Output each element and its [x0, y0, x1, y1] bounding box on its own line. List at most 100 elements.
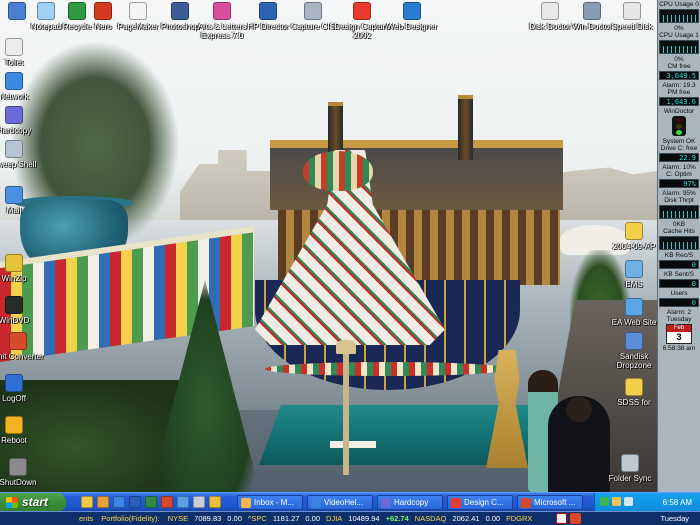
desktop-icon-label: Hardcopy	[0, 126, 32, 135]
system-monitor-sidebar: CPU Usage 0 0% CPU Usage 1 0% CM free 3,…	[657, 0, 700, 492]
toilet-icon	[5, 38, 23, 56]
hardcopy-icon	[5, 106, 23, 124]
task-button[interactable]: Microsoft ...	[517, 495, 583, 510]
ems-icon	[625, 260, 643, 278]
cpu-usage-label: CPU Usage 0	[659, 1, 699, 8]
ram-free-label: CM free	[667, 63, 691, 70]
ticker-settings-icon[interactable]	[556, 513, 567, 524]
task-button[interactable]: Design C...	[447, 495, 513, 510]
capture-cis-icon	[304, 2, 322, 20]
ticker-change: 0.00	[227, 514, 242, 523]
ticker-day: Tuesday	[660, 514, 690, 523]
desktop-icon[interactable]: Reboot	[0, 416, 44, 445]
volume-tray-icon[interactable]	[624, 497, 633, 506]
pagemaker-icon	[129, 2, 147, 20]
start-button[interactable]: start	[0, 493, 66, 512]
disk-doctor-icon	[541, 2, 559, 20]
stock-ticker-bar[interactable]: ents Portfolio(Fidelity): NYSE 7089.83 0.0…	[0, 511, 700, 525]
cpu-usage-graph[interactable]	[659, 9, 699, 23]
outlook-icon[interactable]	[97, 496, 109, 508]
calendar-icon[interactable]: Feb 3	[666, 324, 692, 344]
ea-web-site-icon	[625, 298, 643, 316]
cpu-usage-value: 0%	[674, 25, 684, 32]
desktop-icon[interactable]: LogOff	[0, 374, 44, 403]
calendar-month: Feb	[667, 325, 691, 332]
outlook-icon	[241, 498, 251, 508]
cache-hits-label: Cache Hits	[663, 228, 695, 235]
unit-converter-icon	[9, 332, 27, 350]
taskbar: start Inbox - M... VideoHel... Hardcopy Des…	[0, 492, 700, 512]
system-status: System OK	[662, 138, 696, 145]
traffic-light-icon[interactable]	[672, 116, 686, 136]
photoshop-icon	[171, 2, 189, 20]
desktop-icon[interactable]: Speed Disk	[602, 2, 662, 31]
task-button[interactable]: Hardcopy	[377, 495, 443, 510]
desktop-icon[interactable]: WinDVD	[0, 296, 44, 325]
folder-icon	[625, 378, 643, 396]
desktop-icon[interactable]: WinZip	[0, 254, 44, 283]
excel-icon[interactable]	[145, 496, 157, 508]
users-value[interactable]: 0	[659, 298, 699, 307]
security-tray-icon[interactable]	[612, 497, 621, 506]
desktop-icon[interactable]: Network	[0, 72, 44, 101]
internet-explorer-icon[interactable]	[113, 496, 125, 508]
media-icon[interactable]	[161, 496, 173, 508]
task-button-label: Design C...	[464, 498, 504, 507]
desktop-icon[interactable]: ShutDown	[0, 458, 48, 487]
task-button-label: Hardcopy	[394, 498, 429, 507]
drive-free-value[interactable]: 22.9	[659, 153, 699, 162]
windows-explorer-icon[interactable]	[81, 496, 93, 508]
desktop-icon-label: WinZip	[1, 274, 27, 283]
kb-received-value[interactable]: 0	[659, 260, 699, 269]
task-button[interactable]: VideoHel...	[307, 495, 373, 510]
drive-free-label: Drive C: free	[660, 145, 698, 152]
windoctor-label: WinDoctor	[663, 108, 695, 115]
desktop-icon[interactable]: Unit Converter	[0, 332, 48, 361]
optim-value[interactable]: 97%	[659, 179, 699, 188]
ticker-change: 0.00	[485, 514, 501, 523]
desktop-icon[interactable]: SDSS for	[604, 378, 664, 407]
desktop-icon[interactable]	[177, 496, 189, 508]
kb-sent-label: KB Sent/S	[664, 271, 694, 278]
boat-hull-band	[265, 362, 510, 376]
ticker-close-icon[interactable]	[570, 513, 581, 524]
microsoft-icon	[521, 498, 531, 508]
desktop-icon-label: Network	[0, 92, 29, 101]
network-icon	[5, 72, 23, 90]
reboot-icon	[5, 416, 23, 434]
word-icon[interactable]	[129, 496, 141, 508]
calc-icon[interactable]	[193, 496, 205, 508]
disk-throughput-value: 0KB	[672, 221, 686, 228]
desktop-icon[interactable]: EA Web Site	[604, 298, 664, 327]
drive-alarm: Alarm: 10%	[662, 164, 696, 171]
desktop-icon[interactable]: Sandisk Dropzone	[604, 332, 664, 370]
pm-free-value[interactable]: 1,643.6	[659, 97, 699, 106]
taskbar-clock[interactable]: 6:58 AM	[663, 493, 692, 512]
desktop-icon[interactable]: EMS	[604, 260, 664, 289]
desktop-icon[interactable]: 2004-09-AP	[604, 222, 664, 251]
task-button[interactable]: Inbox - M...	[237, 495, 303, 510]
desktop-icon[interactable]: Web Designer	[382, 2, 442, 31]
arts-letters-icon	[213, 2, 231, 20]
tool-icon[interactable]	[209, 496, 221, 508]
cache-hits-graph[interactable]	[659, 236, 699, 250]
desktop-icon[interactable]: Toilet	[0, 38, 44, 67]
desktop-icon[interactable]: Sweep Shell	[0, 140, 44, 169]
disk-throughput-graph[interactable]	[659, 205, 699, 219]
cpu-usage-label: CPU Usage 1	[659, 32, 699, 39]
cpu-usage-graph[interactable]	[659, 40, 699, 54]
ticker-sym: FDGRX	[506, 514, 533, 523]
desktop-icon-label: SDSS for	[617, 398, 651, 407]
desktop-icon-label: Folder Sync	[608, 474, 652, 483]
task-button-label: Inbox - M...	[254, 498, 295, 507]
desktop-icon[interactable]: Folder Sync	[600, 454, 660, 483]
ticker-sym: DJIA	[326, 514, 343, 523]
speed-disk-icon	[623, 2, 641, 20]
desktop-icon[interactable]: Mail	[0, 186, 44, 215]
network-tray-icon[interactable]	[600, 497, 609, 506]
hp-director-icon	[259, 2, 277, 20]
ram-free-value[interactable]: 3,649.5	[659, 71, 699, 80]
ticker-start-label: ents	[79, 514, 94, 523]
kb-sent-value[interactable]: 0	[659, 279, 699, 288]
desktop-icon[interactable]: Hardcopy	[0, 106, 44, 135]
